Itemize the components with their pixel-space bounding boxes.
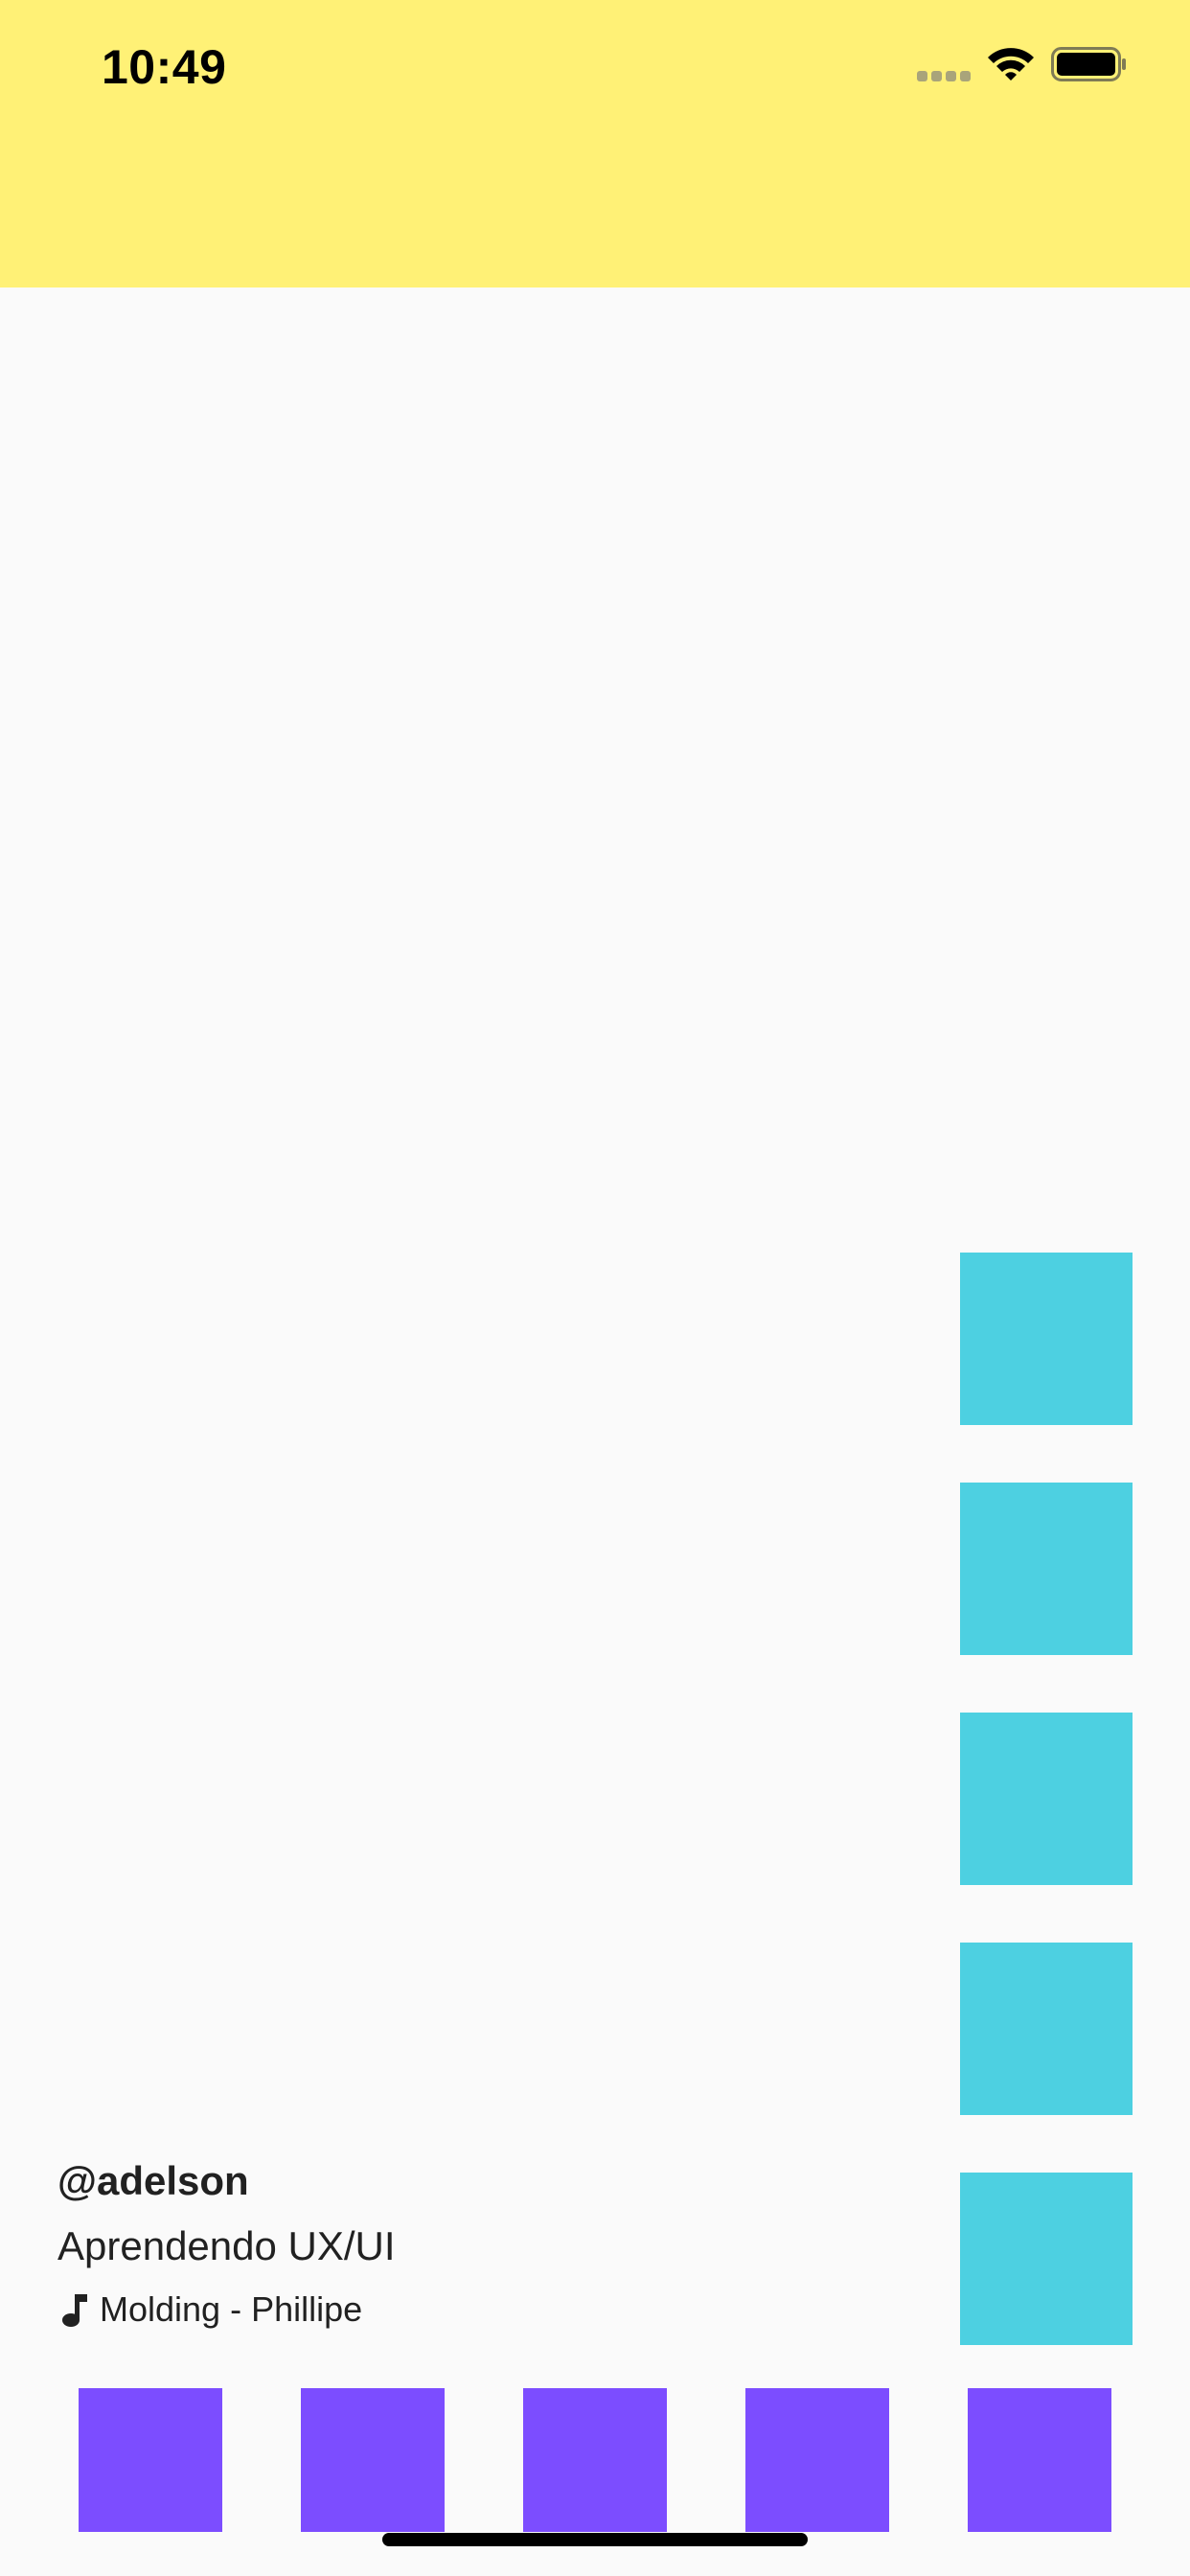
action-button-5[interactable] bbox=[960, 2173, 1133, 2345]
cellular-signal-icon bbox=[917, 71, 971, 82]
action-button-3[interactable] bbox=[960, 1713, 1133, 1885]
status-time: 10:49 bbox=[102, 40, 227, 94]
nav-button-3[interactable] bbox=[523, 2388, 667, 2532]
action-button-1[interactable] bbox=[960, 1253, 1133, 1425]
music-note-icon bbox=[62, 2294, 87, 2327]
screen: 10:49 @adelson Aprendendo UX/UI Molding … bbox=[0, 0, 1190, 2576]
action-button-2[interactable] bbox=[960, 1483, 1133, 1655]
bottom-nav bbox=[0, 2388, 1190, 2532]
wifi-icon bbox=[988, 48, 1034, 80]
video-caption: Aprendendo UX/UI bbox=[57, 2223, 396, 2268]
home-indicator[interactable] bbox=[382, 2533, 808, 2546]
action-button-4[interactable] bbox=[960, 1943, 1133, 2115]
top-bar: 10:49 bbox=[0, 0, 1190, 288]
nav-button-1[interactable] bbox=[79, 2388, 222, 2532]
nav-button-2[interactable] bbox=[301, 2388, 445, 2532]
music-row[interactable]: Molding - Phillipe bbox=[57, 2285, 362, 2334]
battery-icon bbox=[1051, 47, 1126, 81]
nav-button-5[interactable] bbox=[968, 2388, 1111, 2532]
username[interactable]: @adelson bbox=[57, 2156, 249, 2206]
nav-button-4[interactable] bbox=[745, 2388, 889, 2532]
music-label: Molding - Phillipe bbox=[100, 2289, 363, 2329]
